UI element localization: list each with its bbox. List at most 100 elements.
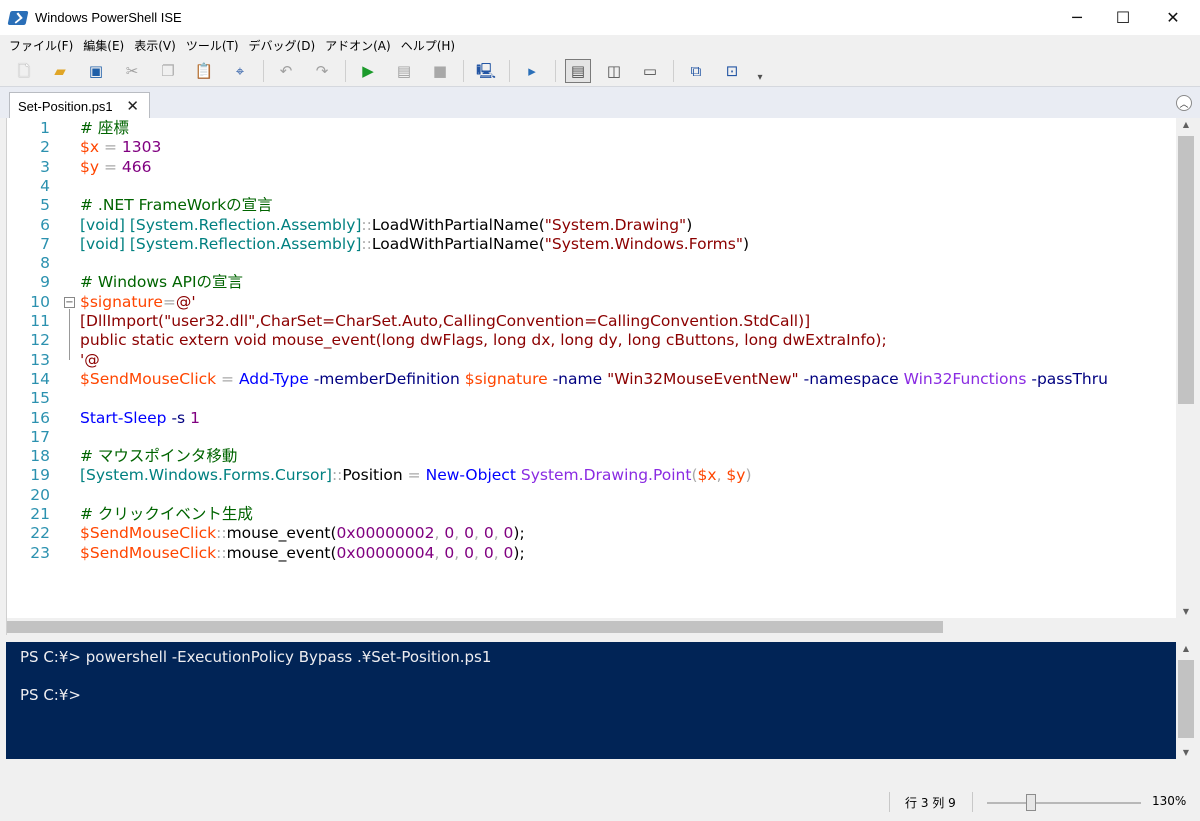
code-token: LoadWithPartialName( [371,234,545,253]
command-addon-button[interactable]: ⧉ [683,59,709,83]
code-token: $signature [80,292,163,311]
code-token: "Win32MouseEventNew" [607,369,799,388]
save-button[interactable]: ▣ [83,59,109,83]
script-editor[interactable]: 1 2 3 4 5 6 7 8 9 10 11 12 13 14 15 16 17 18 19 20 21 22 23 − … [6,118,1196,635]
copy-button[interactable]: ❐ [155,59,181,83]
show-script-right-button[interactable]: ◫ [601,59,627,83]
menu-item[interactable]: アドオン(A) [321,37,397,54]
open-button[interactable]: ▰ [47,59,73,83]
pane-splitter[interactable] [0,635,1200,642]
line-number: 17 [30,427,50,446]
menu-item[interactable]: 編集(E) [79,37,130,54]
line-number: 5 [40,196,50,215]
line-number: 6 [40,215,50,234]
code-token: 0 [444,524,455,543]
toolbar-separator [673,60,674,82]
run-icon: ▶ [362,61,374,80]
new-button[interactable]: 🗋 [11,59,37,83]
editor-vertical-scrollbar[interactable]: ▲ ▼ [1176,118,1196,618]
code-token: 0 [464,524,474,543]
powershell-ise-icon [7,10,29,26]
code-line: public static extern void mouse_event(lo… [80,331,887,350]
code-token: mouse_event( [226,543,337,562]
editor-horizontal-scroll-thumb[interactable] [7,621,943,633]
code-token: @' [175,292,196,311]
maximize-button[interactable]: ☐ [1100,0,1146,35]
minimize-button[interactable]: ─ [1054,0,1100,35]
zoom-slider-thumb[interactable] [1026,794,1036,811]
close-icon: ✕ [1166,8,1180,27]
scroll-up-icon[interactable]: ▲ [1176,120,1196,129]
line-number: 18 [30,447,50,466]
code-token: , [454,524,465,543]
console-scroll-thumb[interactable] [1178,660,1194,738]
code-line: Start-Sleep -s 1 [80,409,200,428]
stop-button[interactable]: ■ [427,59,453,83]
menu-item[interactable]: ツール(T) [182,37,245,54]
menu-item[interactable]: ヘルプ(H) [397,37,461,54]
zoom-slider-track[interactable] [987,802,1141,804]
code-token: 0 [483,524,494,543]
run-button[interactable]: ▶ [355,59,381,83]
code-token: , [493,524,504,543]
clear-console-button[interactable]: ⌖ [227,59,253,83]
remote-tab-icon: 🖳 [475,61,496,80]
show-script-max-button[interactable]: ▭ [637,59,663,83]
editor-vertical-scroll-thumb[interactable] [1178,136,1194,404]
fold-toggle-icon[interactable]: − [64,297,75,308]
redo-icon: ↷ [315,61,329,80]
stop-icon: ■ [432,61,448,80]
console-scroll-up-icon[interactable]: ▲ [1176,644,1196,653]
code-token: LoadWithPartialName( [371,215,545,234]
show-command-window-button[interactable]: ⊡ [719,59,745,83]
console-line: PS C:¥> powershell -ExecutionPolicy Bypa… [20,648,492,666]
code-token: $x [80,138,100,157]
line-number: 8 [40,254,50,273]
console-horizontal-scrollbar[interactable] [6,759,1196,776]
tab-set-position[interactable]: Set-Position.ps1 ✕ [9,92,150,120]
code-token: :: [361,215,372,234]
menu-item[interactable]: 表示(V) [130,37,182,54]
code-token: Win32Functions [903,369,1027,388]
console-pane[interactable]: ▲ ▼ PS C:¥> powershell -ExecutionPolicy … [6,642,1196,759]
code-token: ); [513,543,525,562]
code-token: :: [216,524,227,543]
collapse-script-pane-icon[interactable]: ︿ [1176,95,1192,111]
close-button[interactable]: ✕ [1146,0,1200,35]
toolbar-overflow-button[interactable]: ▾ [755,59,765,83]
toolbar-separator [509,60,510,82]
code-token: mouse_event( [226,524,337,543]
paste-icon: 📋 [194,61,214,80]
line-number: 20 [30,485,50,504]
code-token: "System.Drawing" [544,215,687,234]
toolbar-separator [263,60,264,82]
open-icon: ▰ [54,61,66,80]
tab-label: Set-Position.ps1 [18,99,113,114]
redo-button[interactable]: ↷ [309,59,335,83]
console-scroll-down-icon[interactable]: ▼ [1176,748,1196,757]
tab-close-icon[interactable]: ✕ [126,97,139,115]
code-token: $x [697,466,717,485]
remote-tab-button[interactable]: 🖳 [473,59,499,83]
code-token: [System.Windows.Forms.Cursor] [80,466,332,485]
code-area[interactable]: # 座標 $x = 1303 $y = 466 # .NET FrameWorkの宣言… [80,118,1175,618]
code-token: "System.Windows.Forms" [544,234,743,253]
code-token: = [99,138,122,157]
scroll-down-icon[interactable]: ▼ [1176,607,1196,616]
paste-button[interactable]: 📋 [191,59,217,83]
undo-button[interactable]: ↶ [273,59,299,83]
new-icon: 🗋 [17,61,31,80]
menu-item[interactable]: デバッグ(D) [245,37,322,54]
window-controls: ─ ☐ ✕ [1054,0,1200,35]
console-vertical-scrollbar[interactable]: ▲ ▼ [1176,642,1196,759]
code-token: = [99,157,122,176]
status-divider [972,792,973,812]
powershell-console-button[interactable]: ▸ [519,59,545,83]
menu-item[interactable]: ファイル(F) [5,37,79,54]
show-script-top-button[interactable]: ▤ [565,59,591,83]
run-selection-button[interactable]: ▤ [391,59,417,83]
command-addon-icon: ⧉ [690,61,702,80]
editor-horizontal-scrollbar[interactable] [7,618,1177,635]
cut-button[interactable]: ✂ [119,59,145,83]
code-token: # マウスポインタ移動 [80,447,238,466]
